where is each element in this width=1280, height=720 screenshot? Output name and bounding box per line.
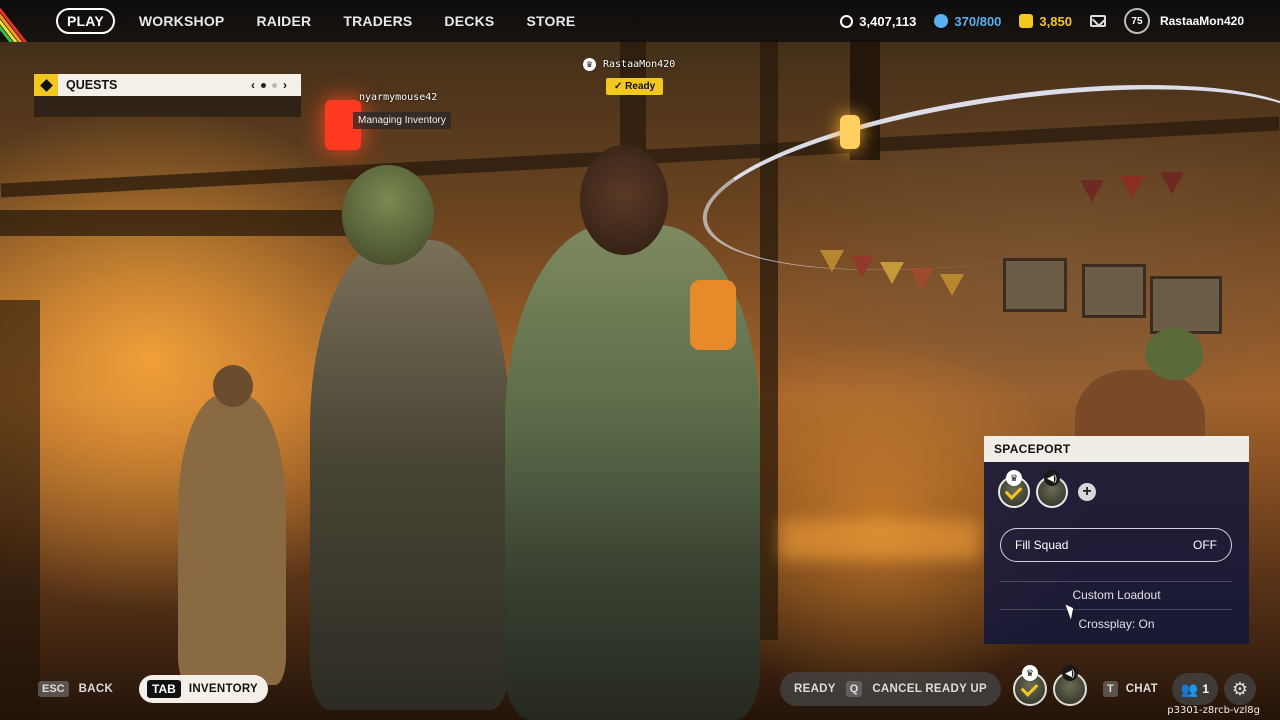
coins-value: 3,407,113 <box>859 13 917 29</box>
quests-widget: QUESTS ‹ › <box>34 74 301 117</box>
bottom-left-controls: ESC BACK TAB INVENTORY <box>38 675 268 703</box>
coins-balance[interactable]: 3,407,113 <box>840 14 916 29</box>
inventory-button[interactable]: TAB INVENTORY <box>139 675 268 703</box>
quests-prev-button[interactable]: ‹ <box>251 78 255 92</box>
fill-squad-value: OFF <box>1193 538 1217 552</box>
fill-squad-toggle[interactable]: Fill Squad OFF <box>1000 528 1232 562</box>
esc-key-hint: ESC <box>38 681 69 697</box>
logo-stripes <box>0 0 48 42</box>
ready-badge-label: Ready <box>625 81 656 92</box>
mail-icon[interactable] <box>1089 15 1106 27</box>
ready-status-bar: READY Q CANCEL READY UP <box>780 672 1001 706</box>
credits-balance[interactable]: 370/800 <box>934 14 1001 29</box>
credits-value: 370/800 <box>954 13 1002 29</box>
bottom-right-controls: READY Q CANCEL READY UP ♛ ◀) T CHAT 👥 1 … <box>780 665 1256 706</box>
token-icon <box>1019 14 1034 28</box>
t-key-hint: T <box>1102 681 1118 697</box>
tab-key-hint: TAB <box>147 680 181 698</box>
quests-title[interactable]: QUESTS <box>66 78 251 92</box>
tokens-value: 3,850 <box>1039 13 1072 29</box>
quests-pager: ‹ › <box>251 78 287 92</box>
quests-body <box>34 96 301 117</box>
nav-decks[interactable]: DECKS <box>428 9 510 33</box>
divider <box>1000 581 1232 582</box>
nav-play[interactable]: PLAY <box>56 8 115 34</box>
invite-add-button[interactable]: + <box>1078 483 1096 501</box>
spaceport-panel: SPACEPORT ♛ ◀) + Fill Squad OFF Custom L… <box>984 436 1249 644</box>
friends-icon: 👥 <box>1180 680 1199 697</box>
neon-ring-light <box>691 52 1280 303</box>
credit-icon <box>934 14 949 28</box>
player-status-left: Managing Inventory <box>353 112 451 129</box>
settings-gear-icon[interactable]: ⚙ <box>1223 673 1256 705</box>
squad-member-avatar-leader[interactable]: ♛ <box>998 470 1030 508</box>
nav-store[interactable]: STORE <box>510 9 591 33</box>
chat-label: CHAT <box>1125 683 1158 695</box>
friends-count: 1 <box>1202 682 1210 696</box>
main-nav: PLAY WORKSHOP RAIDER TRADERS DECKS STORE <box>56 8 591 34</box>
player-ready-badge: ✓ Ready <box>606 78 664 95</box>
tokens-balance[interactable]: 3,850 <box>1019 14 1072 29</box>
squad-avatars-bottom: ♛ ◀) <box>1012 665 1087 706</box>
custom-loadout-option[interactable]: Custom Loadout <box>984 588 1249 602</box>
quests-next-button[interactable]: › <box>283 78 287 92</box>
page-dot[interactable] <box>272 82 277 88</box>
speaker-icon: ◀) <box>1061 665 1078 681</box>
divider <box>1000 609 1232 610</box>
ready-check-icon <box>1004 482 1023 500</box>
q-key-hint: Q <box>845 681 863 697</box>
session-id: p3301-z8rcb-vzl8g <box>1167 705 1260 716</box>
back-button[interactable]: BACK <box>79 683 113 695</box>
fill-squad-label: Fill Squad <box>1015 538 1069 552</box>
nav-raider[interactable]: RAIDER <box>240 9 327 33</box>
check-icon: ✓ <box>614 81 626 92</box>
player-name-right: RastaaMon420 <box>603 59 676 70</box>
squad-member-avatar[interactable]: ◀) <box>1036 470 1068 508</box>
inventory-label: INVENTORY <box>188 683 258 695</box>
player-name-left: nyarmymouse42 <box>359 92 438 103</box>
nav-workshop[interactable]: WORKSHOP <box>123 9 241 33</box>
top-navigation-bar: PLAY WORKSHOP RAIDER TRADERS DECKS STORE… <box>0 0 1280 42</box>
ready-check-icon <box>1020 679 1039 697</box>
squad-member-avatar[interactable]: ◀) <box>1052 665 1087 706</box>
squad-member-avatar-leader[interactable]: ♛ <box>1012 665 1047 706</box>
coin-icon <box>840 14 854 28</box>
friends-button[interactable]: 👥 1 <box>1171 673 1218 705</box>
nav-traders[interactable]: TRADERS <box>327 9 428 33</box>
ready-button[interactable]: READY <box>794 683 836 695</box>
page-dot-active[interactable] <box>261 82 266 88</box>
profile-username[interactable]: RastaaMon420 <box>1160 14 1244 28</box>
crown-icon: ♛ <box>583 58 596 71</box>
currency-display: 3,407,113 370/800 3,850 75 RastaaMon420 <box>840 0 1280 42</box>
player-level-badge[interactable]: 75 <box>1123 8 1150 34</box>
chat-control[interactable]: T CHAT <box>1102 681 1158 697</box>
crossplay-option[interactable]: Crossplay: On <box>984 617 1249 631</box>
squad-members: ♛ ◀) + <box>998 470 1096 508</box>
spaceport-title: SPACEPORT <box>984 436 1249 462</box>
speaker-icon: ◀) <box>1044 470 1060 486</box>
quests-icon <box>34 74 58 96</box>
cancel-ready-up-button[interactable]: CANCEL READY UP <box>872 683 987 695</box>
